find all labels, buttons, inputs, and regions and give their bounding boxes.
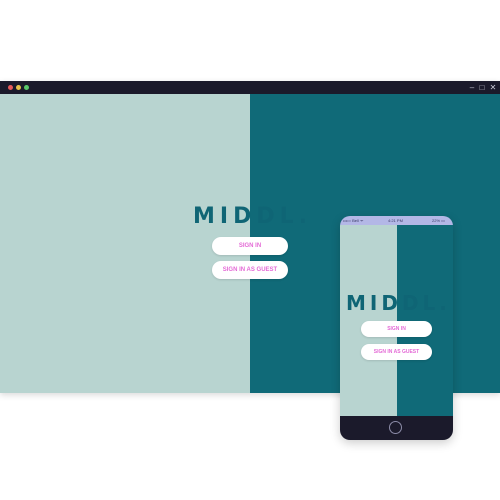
carrier-signal: ••••○ Bell ᯤ <box>343 218 364 223</box>
minimize-dot-icon[interactable] <box>16 85 21 90</box>
home-button-icon[interactable] <box>389 421 402 434</box>
zoom-dot-icon[interactable] <box>24 85 29 90</box>
brand-logo: MIDDL. <box>193 204 312 229</box>
sign-in-button[interactable]: SIGN IN <box>212 237 288 255</box>
window-titlebar: – □ ✕ <box>0 81 500 94</box>
phone-screen: MIDDL. SIGN IN SIGN IN AS GUEST <box>340 225 453 416</box>
phone-sign-in-as-guest-button[interactable]: SIGN IN AS GUEST <box>361 344 432 360</box>
sign-in-as-guest-button[interactable]: SIGN IN AS GUEST <box>212 261 288 279</box>
phone-sign-in-button[interactable]: SIGN IN <box>361 321 432 337</box>
minimize-icon[interactable]: – <box>467 81 477 94</box>
close-icon[interactable]: ✕ <box>488 81 498 94</box>
battery-status: 22% ▭ <box>432 218 445 223</box>
phone-mockup: ••••○ Bell ᯤ 4:21 PM 22% ▭ MIDDL. SIGN I… <box>340 216 453 440</box>
maximize-icon[interactable]: □ <box>477 81 487 94</box>
phone-status-bar: ••••○ Bell ᯤ 4:21 PM 22% ▭ <box>340 216 453 225</box>
phone-brand-logo: MIDDL. <box>346 291 451 315</box>
mockup-stage: – □ ✕ MIDDL. SIGN IN SIGN IN AS GUEST ••… <box>0 0 500 500</box>
close-dot-icon[interactable] <box>8 85 13 90</box>
status-time: 4:21 PM <box>388 218 403 223</box>
phone-chin <box>340 416 453 440</box>
